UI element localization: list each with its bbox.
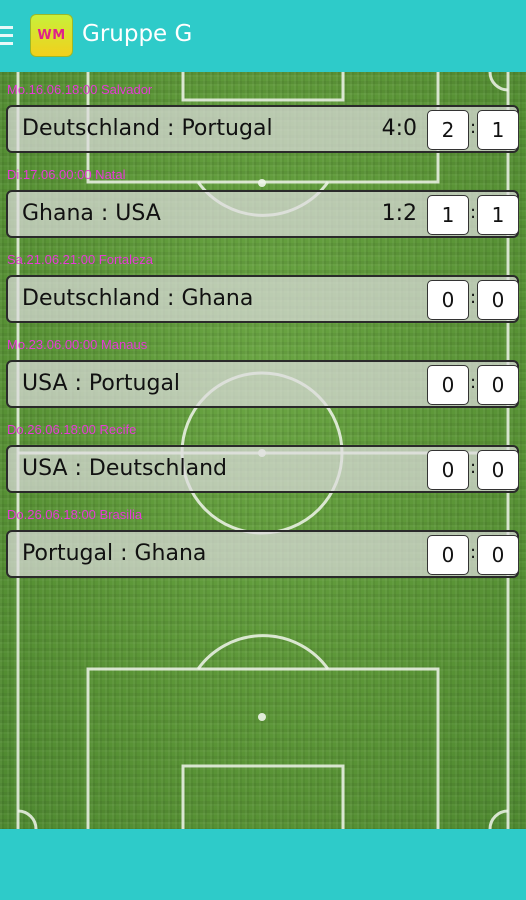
match-item: Sa.21.06.21:00 Fortaleza Deutschland : G… [0,242,526,327]
score-separator: : [470,202,477,223]
home-score-field[interactable]: 0 [427,450,469,490]
away-score-field[interactable]: 1 [477,195,519,235]
match-row[interactable]: Ghana : USA 1:2 1 : 1 [6,190,519,238]
action-bar: WM Gruppe G [0,0,526,72]
home-score-field[interactable]: 2 [427,110,469,150]
match-teams: Portugal : Ghana [22,541,207,566]
match-teams: Deutschland : Ghana [22,286,254,311]
match-date: Mo.23.06.00:00 Manaus [7,337,148,352]
drawer-menu-icon[interactable] [0,26,14,48]
match-item: Mo.16.06.18:00 Salvador Deutschland : Po… [0,72,526,157]
match-date: Di.17.06.00:00 Natal [7,167,126,182]
match-row[interactable]: USA : Portugal 0 : 0 [6,360,519,408]
score-separator: : [470,457,477,478]
match-row[interactable]: Deutschland : Ghana 0 : 0 [6,275,519,323]
match-date: Do.26.06.18:00 Brasilia [7,507,143,522]
away-score-field[interactable]: 0 [477,535,519,575]
bottom-bar [0,829,526,900]
match-item: Do.26.06.18:00 Recife USA : Deutschland … [0,412,526,497]
away-score-field[interactable]: 0 [477,280,519,320]
home-score-field[interactable]: 0 [427,280,469,320]
away-score-field[interactable]: 1 [477,110,519,150]
home-score-field[interactable]: 1 [427,195,469,235]
score-separator: : [470,542,477,563]
match-teams: Ghana : USA [22,201,161,226]
match-item: Do.26.06.18:00 Brasilia Portugal : Ghana… [0,497,526,582]
away-score-field[interactable]: 0 [477,450,519,490]
home-score-field[interactable]: 0 [427,365,469,405]
match-row[interactable]: USA : Deutschland 0 : 0 [6,445,519,493]
match-result: 4:0 [381,116,417,141]
page-title: Gruppe G [82,21,193,47]
app-logo[interactable]: WM [30,14,73,57]
score-separator: : [470,287,477,308]
match-item: Mo.23.06.00:00 Manaus USA : Portugal 0 :… [0,327,526,412]
home-score-field[interactable]: 0 [427,535,469,575]
match-row[interactable]: Portugal : Ghana 0 : 0 [6,530,519,578]
match-teams: Deutschland : Portugal [22,116,273,141]
match-teams: USA : Deutschland [22,456,227,481]
match-item: Di.17.06.00:00 Natal Ghana : USA 1:2 1 :… [0,157,526,242]
match-row[interactable]: Deutschland : Portugal 4:0 2 : 1 [6,105,519,153]
match-date: Do.26.06.18:00 Recife [7,422,137,437]
match-date: Mo.16.06.18:00 Salvador [7,82,153,97]
away-score-field[interactable]: 0 [477,365,519,405]
score-separator: : [470,117,477,138]
match-teams: USA : Portugal [22,371,181,396]
match-result: 1:2 [381,201,417,226]
match-date: Sa.21.06.21:00 Fortaleza [7,252,153,267]
score-separator: : [470,372,477,393]
